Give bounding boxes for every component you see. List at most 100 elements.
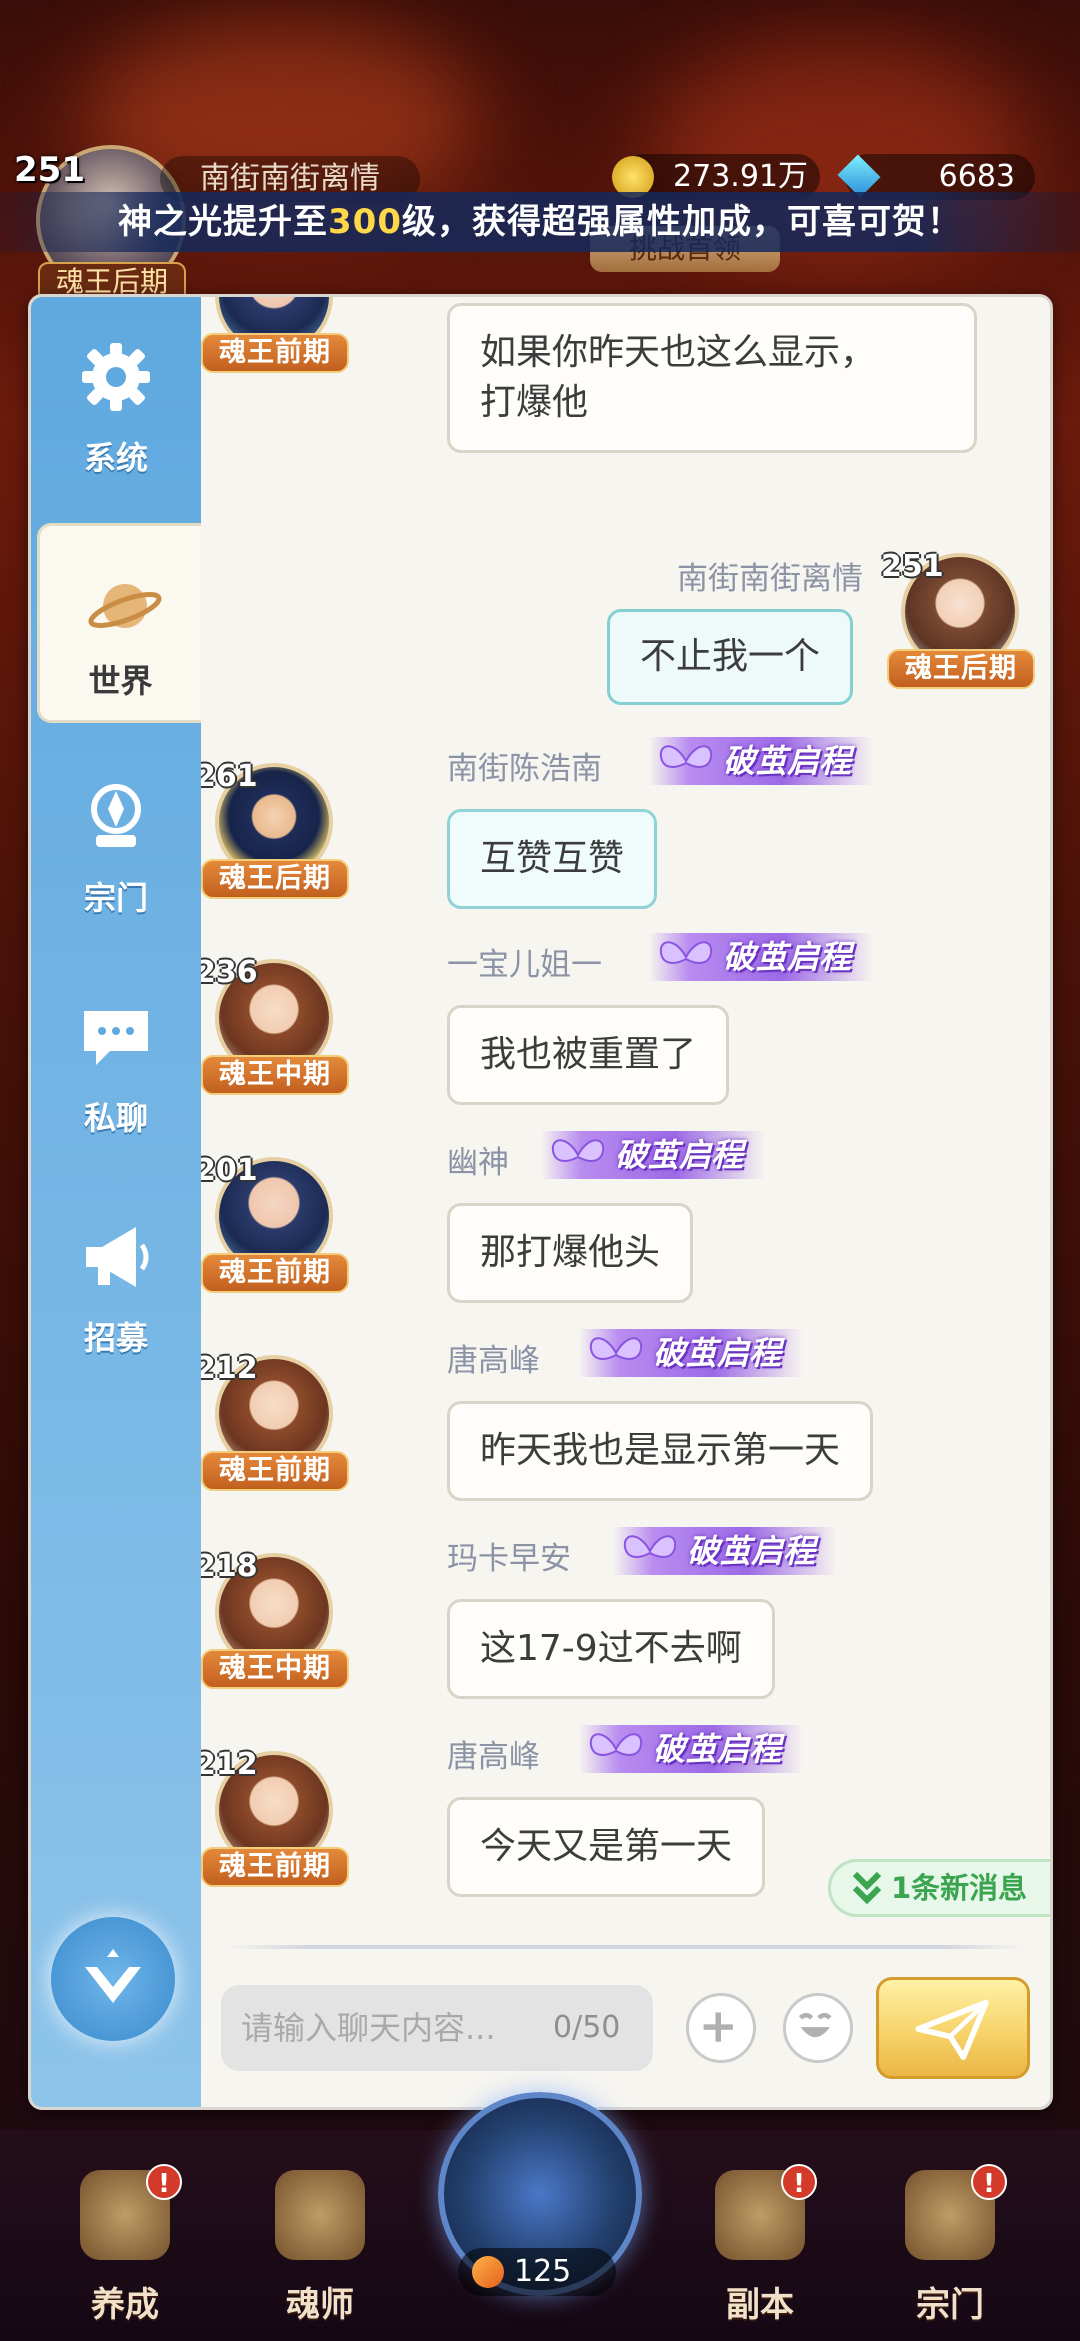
send-button[interactable]	[876, 1977, 1030, 2079]
chat-mode-toggle[interactable]	[51, 1917, 175, 2041]
message-bubble[interactable]: 昨天我也是显示第一天	[447, 1401, 874, 1501]
sender-level: 212	[201, 1351, 258, 1386]
message-bubble[interactable]: 这17-9过不去啊	[447, 1599, 775, 1699]
emoji-button[interactable]	[783, 1993, 853, 2063]
title-badge-label: 破茧启程	[723, 938, 852, 976]
rank-badge: 魂王中期	[201, 1055, 349, 1095]
new-message-label: 1条新消息	[891, 1871, 1028, 1905]
sender-name: 南街南街离情	[677, 561, 863, 597]
sender-level: 201	[201, 1153, 258, 1188]
nav-sect-label: 宗门	[916, 2285, 984, 2325]
broadcast-prefix: 神之光提升至	[118, 202, 328, 242]
title-badge: 破茧启程	[649, 933, 874, 981]
player-level: 251	[14, 150, 85, 190]
sender-avatar[interactable]: 212 魂王前期	[201, 1747, 349, 1901]
title-badge: 破茧启程	[579, 1329, 804, 1377]
message-bubble[interactable]: 今天又是第一天	[447, 1797, 766, 1897]
butterfly-icon	[589, 1337, 643, 1360]
butterfly-icon	[659, 941, 713, 964]
tab-private-chat[interactable]: 私聊	[31, 957, 201, 1157]
sender-avatar[interactable]: 212 魂王前期	[201, 1351, 349, 1505]
rank-badge: 魂王后期	[887, 649, 1035, 689]
tab-system[interactable]: 系统	[31, 297, 201, 497]
sender-avatar[interactable]: 261 魂王后期	[201, 759, 349, 913]
new-message-indicator[interactable]: 1条新消息	[828, 1859, 1050, 1917]
sender-avatar[interactable]: 201 魂王前期	[201, 1153, 349, 1307]
sender-level: 261	[201, 759, 258, 794]
chat-sidebar: 系统 世界 宗门 私聊 招募	[31, 297, 201, 2107]
title-badge: 破茧启程	[649, 737, 874, 785]
alert-badge: !	[971, 2164, 1007, 2200]
message-text: 打爆他	[480, 382, 589, 423]
sender-avatar[interactable]: 251 魂王后期	[881, 549, 1035, 703]
butterfly-icon	[589, 1733, 643, 1756]
message-bubble[interactable]: 不止我一个	[607, 609, 854, 705]
sect-icon	[91, 784, 141, 847]
sender-name: 唐高峰	[447, 1343, 540, 1379]
message-text: 这17-9过不去啊	[480, 1628, 742, 1669]
message-bubble[interactable]: 那打爆他头	[447, 1203, 694, 1303]
broadcast-highlight: 300	[328, 202, 402, 242]
nav-cultivate-label: 养成	[91, 2285, 159, 2325]
gear-icon	[82, 343, 150, 411]
title-badge-label: 破茧启程	[653, 1730, 782, 1768]
sender-name: 幽神	[447, 1145, 509, 1181]
paper-plane-icon	[915, 1999, 989, 2060]
tab-world-label: 世界	[88, 662, 153, 700]
tab-sect[interactable]: 宗门	[31, 737, 201, 937]
tab-world[interactable]: 世界	[37, 523, 201, 723]
message-text: 如果你昨天也这么显示，	[480, 332, 877, 373]
message-text: 不止我一个	[640, 636, 821, 677]
sender-level: 236	[201, 955, 258, 990]
title-badge-label: 破茧启程	[615, 1136, 744, 1174]
message-bubble[interactable]: 我也被重置了	[447, 1005, 730, 1105]
plus-icon	[703, 2012, 733, 2042]
nav-soul-master[interactable]: 魂师	[245, 2170, 395, 2330]
char-count: 0/50	[553, 2010, 621, 2045]
title-badge-label: 破茧启程	[687, 1532, 816, 1570]
stamina-value: 125	[514, 2254, 572, 2289]
sender-name: 南街陈浩南	[447, 751, 602, 787]
nav-cultivate[interactable]: ! 养成	[50, 2164, 200, 2330]
broadcast-banner: 神之光提升至300级，获得超强属性加成，可喜可贺！	[0, 192, 1080, 252]
nav-soul-master-label: 魂师	[286, 2285, 354, 2325]
title-badge: 破茧启程	[579, 1725, 804, 1773]
tab-private-chat-label: 私聊	[83, 1099, 148, 1137]
rank-badge: 魂王前期	[201, 1451, 349, 1491]
divider	[226, 1945, 1026, 1949]
sender-avatar[interactable]: 218 魂王中期	[201, 1549, 349, 1703]
tab-recruit[interactable]: 招募	[31, 1177, 201, 1377]
smiley-icon	[799, 2012, 832, 2038]
chat-bubble-icon	[84, 1011, 148, 1065]
rank-badge: 魂王中期	[201, 1649, 349, 1689]
chat-message-list[interactable]: 魂王前期 如果你昨天也这么显示， 打爆他 南街南街离情 251 魂王后期 不止我…	[201, 297, 1050, 1937]
nav-sect[interactable]: ! 宗门	[875, 2164, 1025, 2330]
sender-name: 玛卡早安	[447, 1541, 571, 1577]
alert-badge: !	[781, 2164, 817, 2200]
nav-dungeon-label: 副本	[726, 2285, 794, 2325]
tab-recruit-label: 招募	[83, 1319, 148, 1357]
stamina-counter: 125	[458, 2248, 616, 2296]
add-attachment-button[interactable]	[686, 1993, 756, 2063]
chat-input[interactable]: 请输入聊天内容... 0/50	[221, 1985, 653, 2071]
sender-level: 218	[201, 1549, 258, 1584]
message-bubble[interactable]: 互赞互赞	[447, 809, 658, 909]
sender-avatar[interactable]: 236 魂王中期	[201, 955, 349, 1109]
sender-level: 212	[201, 1747, 258, 1782]
sender-avatar[interactable]: 魂王前期	[201, 297, 349, 387]
tab-system-label: 系统	[83, 439, 148, 477]
butterfly-icon	[623, 1535, 677, 1558]
message-text: 昨天我也是显示第一天	[480, 1430, 841, 1471]
planet-icon	[88, 584, 162, 628]
title-badge-label: 破茧启程	[723, 742, 852, 780]
rank-badge: 魂王前期	[201, 1847, 349, 1887]
title-badge: 破茧启程	[541, 1131, 766, 1179]
butterfly-icon	[659, 745, 713, 768]
broadcast-suffix: 级，获得超强属性加成，可喜可贺！	[401, 202, 962, 242]
message-text: 今天又是第一天	[480, 1826, 733, 1867]
chevron-down-icon	[85, 1949, 141, 2003]
message-text: 那打爆他头	[480, 1232, 661, 1273]
rank-badge: 魂王前期	[201, 1253, 349, 1293]
nav-dungeon[interactable]: ! 副本	[685, 2164, 835, 2330]
message-bubble[interactable]: 如果你昨天也这么显示， 打爆他	[447, 303, 977, 453]
